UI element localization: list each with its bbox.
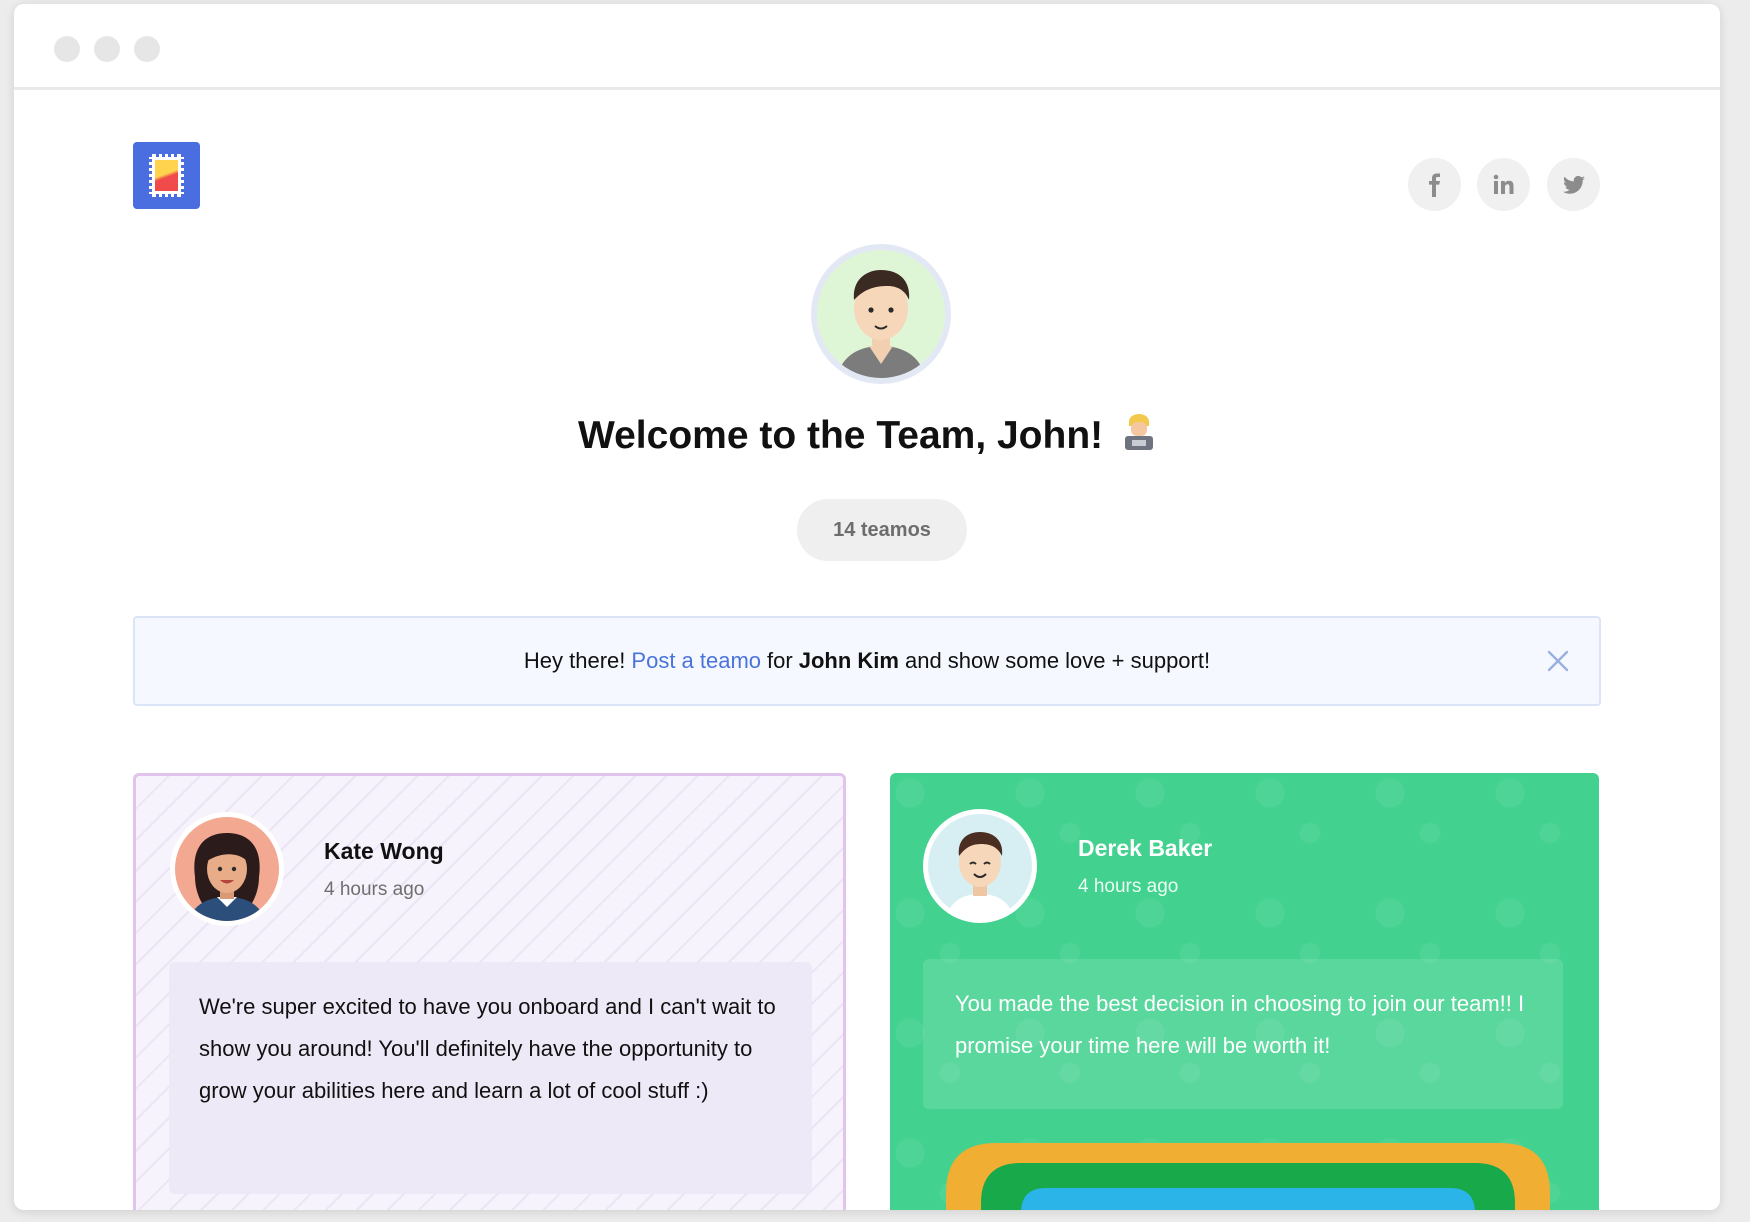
- linkedin-icon: [1493, 174, 1513, 194]
- technologist-emoji-icon: [1122, 414, 1156, 452]
- john-avatar: [811, 244, 951, 384]
- browser-window: Welcome to the Team, John! 14 teamos Hey…: [14, 4, 1720, 1210]
- minimize-window-control[interactable]: [94, 36, 120, 62]
- banner-recipient-name: John Kim: [798, 648, 899, 673]
- facebook-share-button[interactable]: [1408, 158, 1461, 211]
- banner-suffix: and show some love + support!: [904, 648, 1211, 673]
- card-author-name[interactable]: Derek Baker: [1078, 835, 1212, 862]
- title-bar: [14, 4, 1720, 90]
- maximize-window-control[interactable]: [134, 36, 160, 62]
- teamo-card[interactable]: Derek Baker 4 hours ago You made the bes…: [890, 773, 1599, 1210]
- stamp-logo-icon[interactable]: [133, 142, 200, 209]
- card-author-name[interactable]: Kate Wong: [324, 838, 444, 865]
- derek-baker-avatar: [923, 809, 1037, 923]
- card-message: We're super excited to have you onboard …: [169, 962, 812, 1194]
- card-timestamp: 4 hours ago: [324, 879, 425, 900]
- page-title: Welcome to the Team, John!: [14, 414, 1720, 458]
- post-teamo-banner: Hey there! Post a teamo for John Kim and…: [133, 616, 1601, 706]
- twitter-icon: [1562, 175, 1585, 194]
- close-icon[interactable]: [1545, 648, 1571, 674]
- linkedin-share-button[interactable]: [1477, 158, 1530, 211]
- banner-for-text: for: [767, 648, 793, 673]
- facebook-icon: [1428, 173, 1440, 197]
- card-timestamp: 4 hours ago: [1078, 876, 1179, 897]
- teamo-count-badge[interactable]: 14 teamos: [797, 499, 967, 561]
- twitter-share-button[interactable]: [1547, 158, 1600, 211]
- rainbow-illustration: [946, 1143, 1550, 1210]
- post-teamo-link[interactable]: Post a teamo: [631, 648, 761, 674]
- close-window-control[interactable]: [54, 36, 80, 62]
- banner-greeting: Hey there!: [523, 648, 626, 673]
- kate-wong-avatar: [170, 812, 284, 926]
- teamo-card[interactable]: Kate Wong 4 hours ago We're super excite…: [133, 773, 846, 1210]
- card-message: You made the best decision in choosing t…: [923, 959, 1563, 1109]
